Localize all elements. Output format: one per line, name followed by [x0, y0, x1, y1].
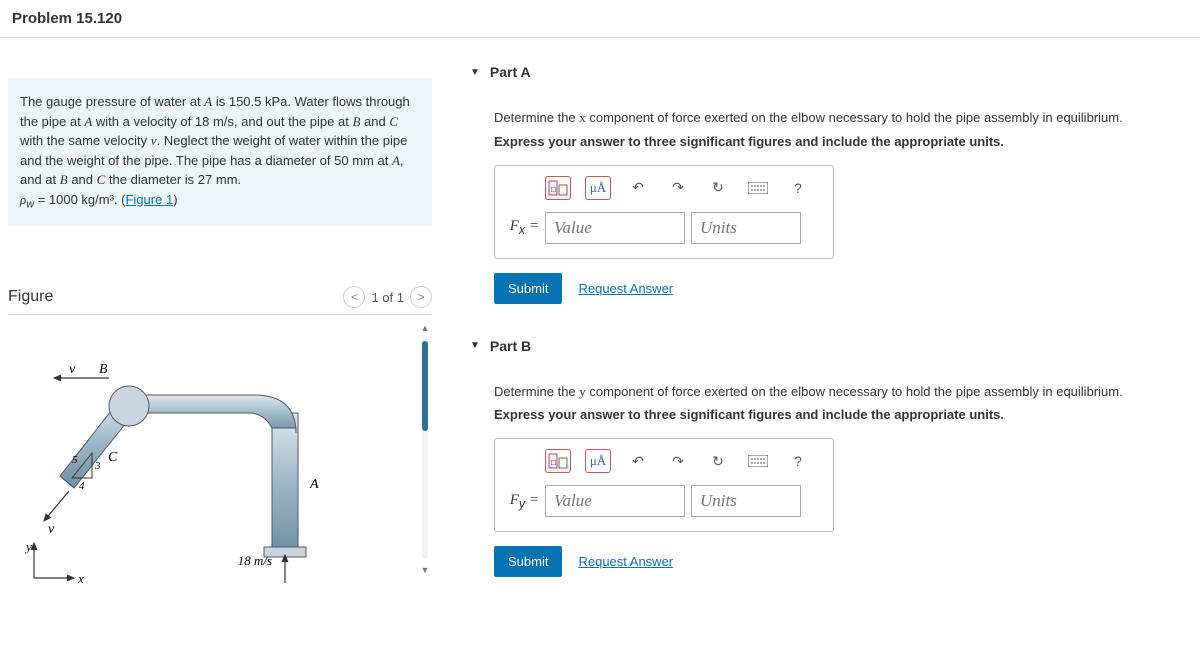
svg-text:v: v — [69, 362, 76, 377]
part-b-submit-button[interactable]: Submit — [494, 546, 562, 577]
scroll-up-icon[interactable]: ▲ — [419, 321, 432, 335]
part-a-submit-button[interactable]: Submit — [494, 273, 562, 304]
svg-text:v: v — [48, 522, 55, 537]
part-b-request-answer[interactable]: Request Answer — [578, 554, 673, 569]
svg-text:B: B — [99, 362, 108, 377]
part-a-prompt: Determine the x component of force exert… — [494, 108, 1190, 128]
symbols-icon[interactable]: μÅ — [585, 176, 611, 200]
svg-text:A: A — [309, 477, 319, 492]
part-b-answer-box: □ μÅ ↶ ↷ ↻ ? Fy = — [494, 438, 834, 532]
svg-text:4: 4 — [79, 480, 85, 492]
figure-scrollbar[interactable]: ▲ ▼ — [418, 321, 432, 577]
undo-icon[interactable]: ↶ — [625, 449, 651, 473]
part-b-value-input[interactable] — [545, 485, 685, 517]
part-b-units-input[interactable] — [691, 485, 801, 517]
keyboard-icon[interactable] — [745, 449, 771, 473]
svg-text:C: C — [108, 450, 118, 465]
part-b-prompt: Determine the y component of force exert… — [494, 382, 1190, 402]
reset-icon[interactable]: ↻ — [705, 176, 731, 200]
figure-pager: < 1 of 1 > — [343, 286, 432, 308]
problem-statement: The gauge pressure of water at A is 150.… — [8, 78, 432, 226]
svg-text:x: x — [77, 571, 84, 586]
collapse-icon: ▼ — [470, 340, 480, 351]
templates-icon[interactable]: □ — [545, 176, 571, 200]
templates-icon[interactable]: □ — [545, 449, 571, 473]
svg-text:□: □ — [551, 185, 556, 194]
pager-label: 1 of 1 — [371, 290, 404, 305]
part-a-title: Part A — [490, 64, 531, 80]
part-b-lhs: Fy = — [507, 492, 539, 511]
figure-image: v B v C 3 4 5 A 18 m/s — [8, 315, 418, 614]
part-b-instruct: Express your answer to three significant… — [494, 407, 1190, 422]
part-a-units-input[interactable] — [691, 212, 801, 244]
figure-heading: Figure — [8, 288, 53, 306]
svg-text:5: 5 — [72, 454, 78, 466]
part-a-request-answer[interactable]: Request Answer — [578, 281, 673, 296]
scroll-down-icon[interactable]: ▼ — [419, 563, 432, 577]
redo-icon[interactable]: ↷ — [665, 176, 691, 200]
pager-prev[interactable]: < — [343, 286, 365, 308]
reset-icon[interactable]: ↻ — [705, 449, 731, 473]
part-a-answer-box: □ μÅ ↶ ↷ ↻ ? Fx = — [494, 165, 834, 259]
figure-link[interactable]: Figure 1 — [125, 192, 173, 207]
collapse-icon: ▼ — [470, 67, 480, 78]
pager-next[interactable]: > — [410, 286, 432, 308]
part-b-title: Part B — [490, 338, 531, 354]
help-icon[interactable]: ? — [785, 176, 811, 200]
part-a-lhs: Fx = — [507, 218, 539, 237]
part-a-header[interactable]: ▼ Part A — [470, 58, 1190, 90]
svg-text:y: y — [24, 539, 32, 554]
part-a-value-input[interactable] — [545, 212, 685, 244]
undo-icon[interactable]: ↶ — [625, 176, 651, 200]
page-title: Problem 15.120 — [0, 0, 1200, 38]
symbols-icon[interactable]: μÅ — [585, 449, 611, 473]
part-a-instruct: Express your answer to three significant… — [494, 134, 1190, 149]
svg-text:3: 3 — [94, 460, 101, 472]
svg-text:18 m/s: 18 m/s — [238, 553, 272, 568]
svg-text:□: □ — [551, 458, 556, 467]
help-icon[interactable]: ? — [785, 449, 811, 473]
redo-icon[interactable]: ↷ — [665, 449, 691, 473]
keyboard-icon[interactable] — [745, 176, 771, 200]
part-b-header[interactable]: ▼ Part B — [470, 332, 1190, 364]
